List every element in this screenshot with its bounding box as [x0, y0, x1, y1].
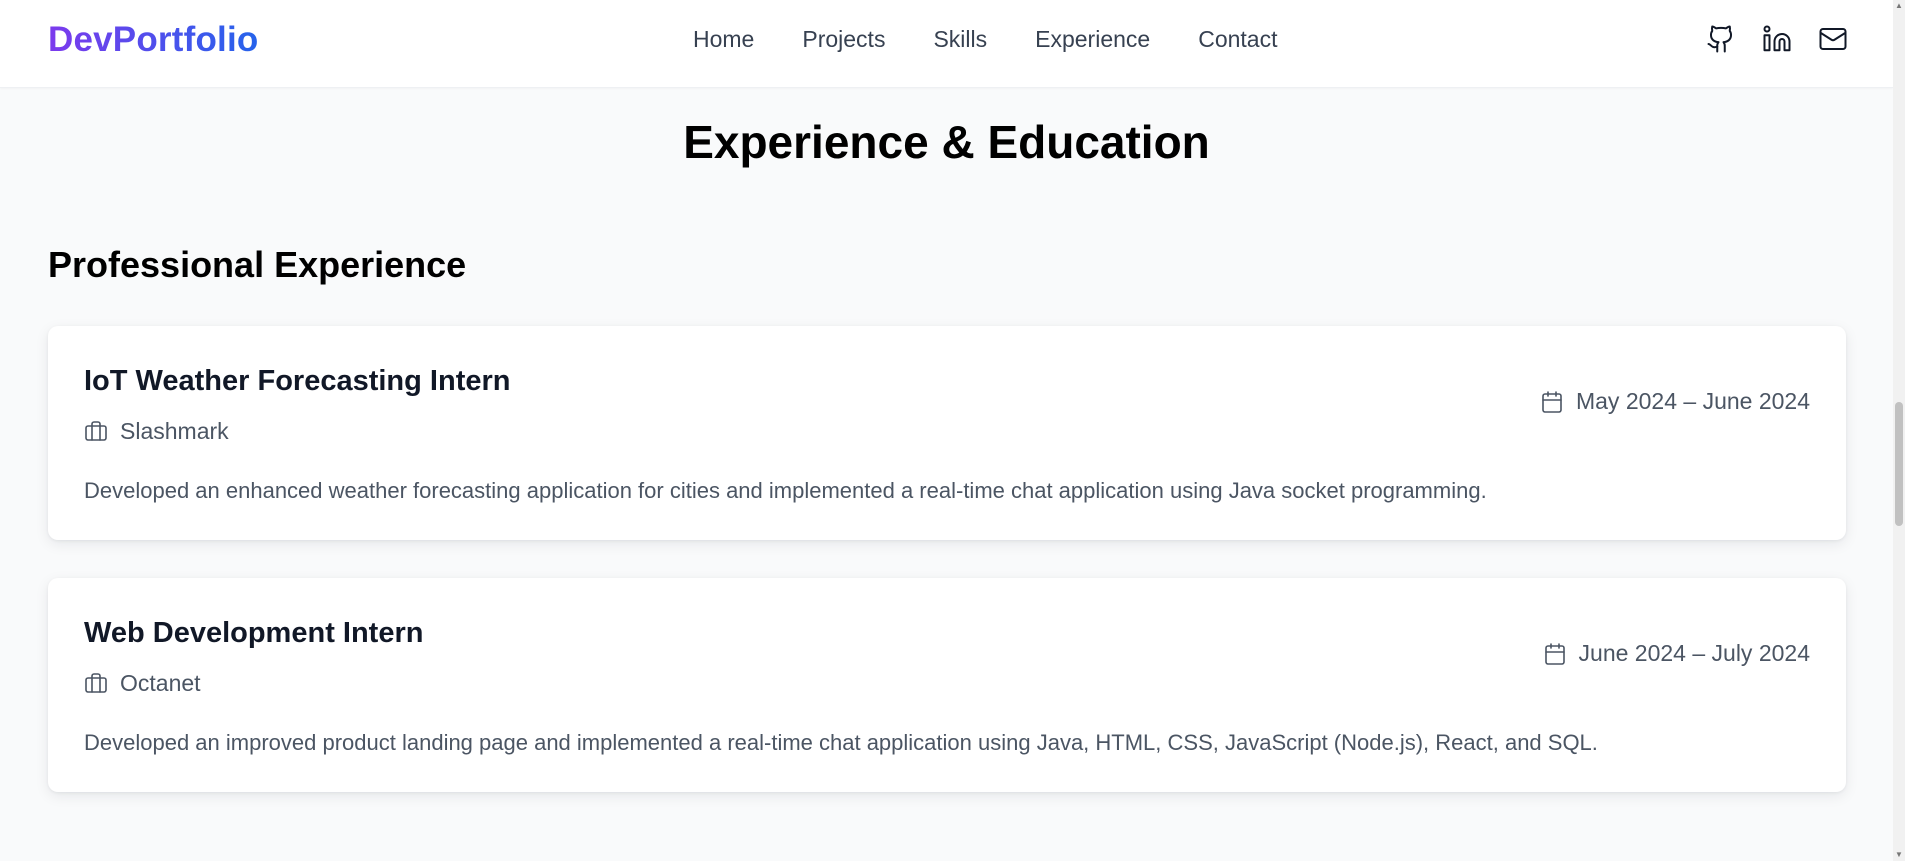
briefcase-icon	[85, 672, 107, 693]
job-title: Web Development Intern	[84, 617, 424, 649]
company-name: Octanet	[120, 670, 201, 696]
linkedin-icon[interactable]	[1762, 24, 1792, 54]
job-title: IoT Weather Forecasting Intern	[84, 365, 511, 397]
github-icon[interactable]	[1706, 24, 1736, 54]
job-description: Developed an enhanced weather forecastin…	[84, 478, 1487, 503]
job-description: Developed an improved product landing pa…	[84, 730, 1598, 755]
scroll-thumb[interactable]	[1895, 402, 1903, 526]
scroll-up-arrow-icon[interactable]: ▲	[1895, 2, 1903, 10]
page-title: Experience & Education	[683, 116, 1210, 168]
page-scrollbar[interactable]: ▲ ▼	[1893, 0, 1905, 861]
briefcase-icon	[85, 420, 107, 441]
date-text: June 2024 – July 2024	[1578, 640, 1810, 666]
date-range: June 2024 – July 2024	[1543, 640, 1810, 667]
company-name: Slashmark	[120, 418, 229, 444]
nav-link-home[interactable]: Home	[693, 26, 754, 53]
nav-links: Home Projects Skills Experience Contact	[693, 26, 1325, 53]
company: Slashmark	[84, 418, 229, 445]
section-subheading: Professional Experience	[48, 244, 467, 285]
scroll-down-arrow-icon[interactable]: ▼	[1895, 851, 1903, 859]
nav-link-skills[interactable]: Skills	[933, 26, 987, 53]
experience-card: IoT Weather Forecasting Intern Slashmark…	[48, 326, 1846, 540]
mail-icon[interactable]	[1818, 24, 1848, 54]
logo[interactable]: DevPortfolio	[48, 20, 258, 60]
company: Octanet	[84, 670, 201, 697]
nav-link-contact[interactable]: Contact	[1198, 26, 1277, 53]
experience-card: Web Development Intern Octanet June 2024…	[48, 578, 1846, 792]
social-icons	[1706, 24, 1848, 54]
date-text: May 2024 – June 2024	[1575, 388, 1810, 414]
navbar: DevPortfolio Home Projects Skills Experi…	[0, 0, 1893, 88]
nav-link-projects[interactable]: Projects	[802, 26, 885, 53]
nav-link-experience[interactable]: Experience	[1035, 26, 1150, 53]
date-range: May 2024 – June 2024	[1540, 388, 1810, 415]
calendar-icon	[1544, 642, 1565, 665]
calendar-icon	[1542, 390, 1562, 413]
